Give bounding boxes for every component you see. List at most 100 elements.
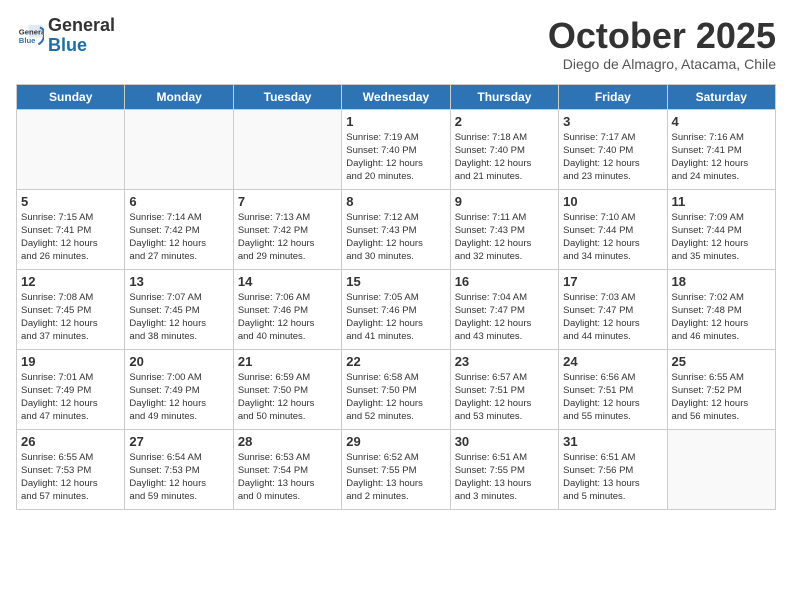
weekday-header-thursday: Thursday [450, 84, 558, 109]
day-info: Sunrise: 6:57 AM Sunset: 7:51 PM Dayligh… [455, 371, 554, 424]
logo-text: General Blue [48, 16, 115, 56]
day-number: 5 [21, 194, 120, 209]
day-info: Sunrise: 7:11 AM Sunset: 7:43 PM Dayligh… [455, 211, 554, 264]
day-number: 9 [455, 194, 554, 209]
day-number: 28 [238, 434, 337, 449]
day-number: 3 [563, 114, 662, 129]
calendar-week-row: 12 Sunrise: 7:08 AM Sunset: 7:45 PM Dayli… [17, 269, 776, 349]
weekday-header-wednesday: Wednesday [342, 84, 450, 109]
calendar-week-row: 26 Sunrise: 6:55 AM Sunset: 7:53 PM Dayli… [17, 429, 776, 509]
calendar-cell: 22Sunrise: 6:58 AM Sunset: 7:50 PM Dayli… [342, 349, 450, 429]
calendar-cell: 8Sunrise: 7:12 AM Sunset: 7:43 PM Daylig… [342, 189, 450, 269]
calendar-cell [125, 109, 233, 189]
logo: General Blue General Blue [16, 16, 115, 56]
calendar-cell: 10Sunrise: 7:10 AM Sunset: 7:44 PM Dayli… [559, 189, 667, 269]
day-info: Sunrise: 6:55 AM Sunset: 7:52 PM Dayligh… [672, 371, 771, 424]
day-info: Sunrise: 6:55 AM Sunset: 7:53 PM Dayligh… [21, 451, 120, 504]
day-info: Sunrise: 7:09 AM Sunset: 7:44 PM Dayligh… [672, 211, 771, 264]
day-info: Sunrise: 7:02 AM Sunset: 7:48 PM Dayligh… [672, 291, 771, 344]
title-block: October 2025 Diego de Almagro, Atacama, … [548, 16, 776, 72]
day-number: 20 [129, 354, 228, 369]
day-info: Sunrise: 6:54 AM Sunset: 7:53 PM Dayligh… [129, 451, 228, 504]
calendar-cell: 26 Sunrise: 6:55 AM Sunset: 7:53 PM Dayli… [17, 429, 125, 509]
calendar-cell: 24Sunrise: 6:56 AM Sunset: 7:51 PM Dayli… [559, 349, 667, 429]
day-number: 24 [563, 354, 662, 369]
calendar-week-row: 5 Sunrise: 7:15 AM Sunset: 7:41 PM Daylig… [17, 189, 776, 269]
day-number: 17 [563, 274, 662, 289]
day-number: 11 [672, 194, 771, 209]
day-number: 14 [238, 274, 337, 289]
day-info: Sunrise: 7:13 AM Sunset: 7:42 PM Dayligh… [238, 211, 337, 264]
calendar-table: SundayMondayTuesdayWednesdayThursdayFrid… [16, 84, 776, 510]
day-number: 1 [346, 114, 445, 129]
day-number: 22 [346, 354, 445, 369]
calendar-cell: 29 Sunrise: 6:52 AM Sunset: 7:55 PM Dayli… [342, 429, 450, 509]
day-info: Sunrise: 6:52 AM Sunset: 7:55 PM Dayligh… [346, 451, 445, 504]
page-header: General Blue General Blue October 2025 D… [16, 16, 776, 72]
day-info: Sunrise: 7:15 AM Sunset: 7:41 PM Dayligh… [21, 211, 120, 264]
calendar-cell: 13 Sunrise: 7:07 AM Sunset: 7:45 PM Dayli… [125, 269, 233, 349]
logo-icon: General Blue [16, 22, 44, 50]
weekday-header-tuesday: Tuesday [233, 84, 341, 109]
calendar-cell: 6 Sunrise: 7:14 AM Sunset: 7:42 PM Daylig… [125, 189, 233, 269]
day-number: 4 [672, 114, 771, 129]
day-info: Sunrise: 7:14 AM Sunset: 7:42 PM Dayligh… [129, 211, 228, 264]
day-number: 16 [455, 274, 554, 289]
day-number: 29 [346, 434, 445, 449]
day-number: 12 [21, 274, 120, 289]
logo-blue: Blue [48, 35, 87, 55]
calendar-cell: 30 Sunrise: 6:51 AM Sunset: 7:55 PM Dayli… [450, 429, 558, 509]
calendar-cell: 15Sunrise: 7:05 AM Sunset: 7:46 PM Dayli… [342, 269, 450, 349]
calendar-week-row: 19 Sunrise: 7:01 AM Sunset: 7:49 PM Dayli… [17, 349, 776, 429]
day-number: 19 [21, 354, 120, 369]
calendar-cell: 2 Sunrise: 7:18 AM Sunset: 7:40 PM Daylig… [450, 109, 558, 189]
calendar-cell: 14 Sunrise: 7:06 AM Sunset: 7:46 PM Dayli… [233, 269, 341, 349]
day-number: 18 [672, 274, 771, 289]
day-info: Sunrise: 7:06 AM Sunset: 7:46 PM Dayligh… [238, 291, 337, 344]
calendar-cell: 27 Sunrise: 6:54 AM Sunset: 7:53 PM Dayli… [125, 429, 233, 509]
svg-text:General: General [19, 27, 44, 36]
month-title: October 2025 [548, 16, 776, 56]
calendar-cell [667, 429, 775, 509]
day-info: Sunrise: 7:16 AM Sunset: 7:41 PM Dayligh… [672, 131, 771, 184]
day-number: 8 [346, 194, 445, 209]
calendar-cell: 25 Sunrise: 6:55 AM Sunset: 7:52 PM Dayli… [667, 349, 775, 429]
day-number: 26 [21, 434, 120, 449]
day-info: Sunrise: 7:00 AM Sunset: 7:49 PM Dayligh… [129, 371, 228, 424]
day-number: 6 [129, 194, 228, 209]
day-number: 2 [455, 114, 554, 129]
calendar-cell: 18 Sunrise: 7:02 AM Sunset: 7:48 PM Dayli… [667, 269, 775, 349]
calendar-cell: 28 Sunrise: 6:53 AM Sunset: 7:54 PM Dayli… [233, 429, 341, 509]
day-info: Sunrise: 7:08 AM Sunset: 7:45 PM Dayligh… [21, 291, 120, 344]
calendar-cell: 12 Sunrise: 7:08 AM Sunset: 7:45 PM Dayli… [17, 269, 125, 349]
calendar-cell: 4 Sunrise: 7:16 AM Sunset: 7:41 PM Daylig… [667, 109, 775, 189]
day-info: Sunrise: 6:53 AM Sunset: 7:54 PM Dayligh… [238, 451, 337, 504]
weekday-header-sunday: Sunday [17, 84, 125, 109]
day-number: 10 [563, 194, 662, 209]
day-info: Sunrise: 7:03 AM Sunset: 7:47 PM Dayligh… [563, 291, 662, 344]
day-info: Sunrise: 7:01 AM Sunset: 7:49 PM Dayligh… [21, 371, 120, 424]
weekday-header-saturday: Saturday [667, 84, 775, 109]
day-info: Sunrise: 7:07 AM Sunset: 7:45 PM Dayligh… [129, 291, 228, 344]
day-number: 23 [455, 354, 554, 369]
day-number: 27 [129, 434, 228, 449]
day-number: 25 [672, 354, 771, 369]
day-number: 30 [455, 434, 554, 449]
calendar-week-row: 1Sunrise: 7:19 AM Sunset: 7:40 PM Daylig… [17, 109, 776, 189]
day-number: 13 [129, 274, 228, 289]
location-subtitle: Diego de Almagro, Atacama, Chile [548, 56, 776, 72]
day-info: Sunrise: 7:18 AM Sunset: 7:40 PM Dayligh… [455, 131, 554, 184]
weekday-header-monday: Monday [125, 84, 233, 109]
calendar-cell: 21Sunrise: 6:59 AM Sunset: 7:50 PM Dayli… [233, 349, 341, 429]
calendar-cell: 19 Sunrise: 7:01 AM Sunset: 7:49 PM Dayli… [17, 349, 125, 429]
calendar-cell: 7 Sunrise: 7:13 AM Sunset: 7:42 PM Daylig… [233, 189, 341, 269]
calendar-cell: 1Sunrise: 7:19 AM Sunset: 7:40 PM Daylig… [342, 109, 450, 189]
calendar-cell [233, 109, 341, 189]
day-number: 7 [238, 194, 337, 209]
day-info: Sunrise: 6:51 AM Sunset: 7:55 PM Dayligh… [455, 451, 554, 504]
calendar-cell [17, 109, 125, 189]
calendar-cell: 17 Sunrise: 7:03 AM Sunset: 7:47 PM Dayli… [559, 269, 667, 349]
calendar-cell: 23 Sunrise: 6:57 AM Sunset: 7:51 PM Dayli… [450, 349, 558, 429]
logo-general: General [48, 15, 115, 35]
calendar-cell: 3Sunrise: 7:17 AM Sunset: 7:40 PM Daylig… [559, 109, 667, 189]
